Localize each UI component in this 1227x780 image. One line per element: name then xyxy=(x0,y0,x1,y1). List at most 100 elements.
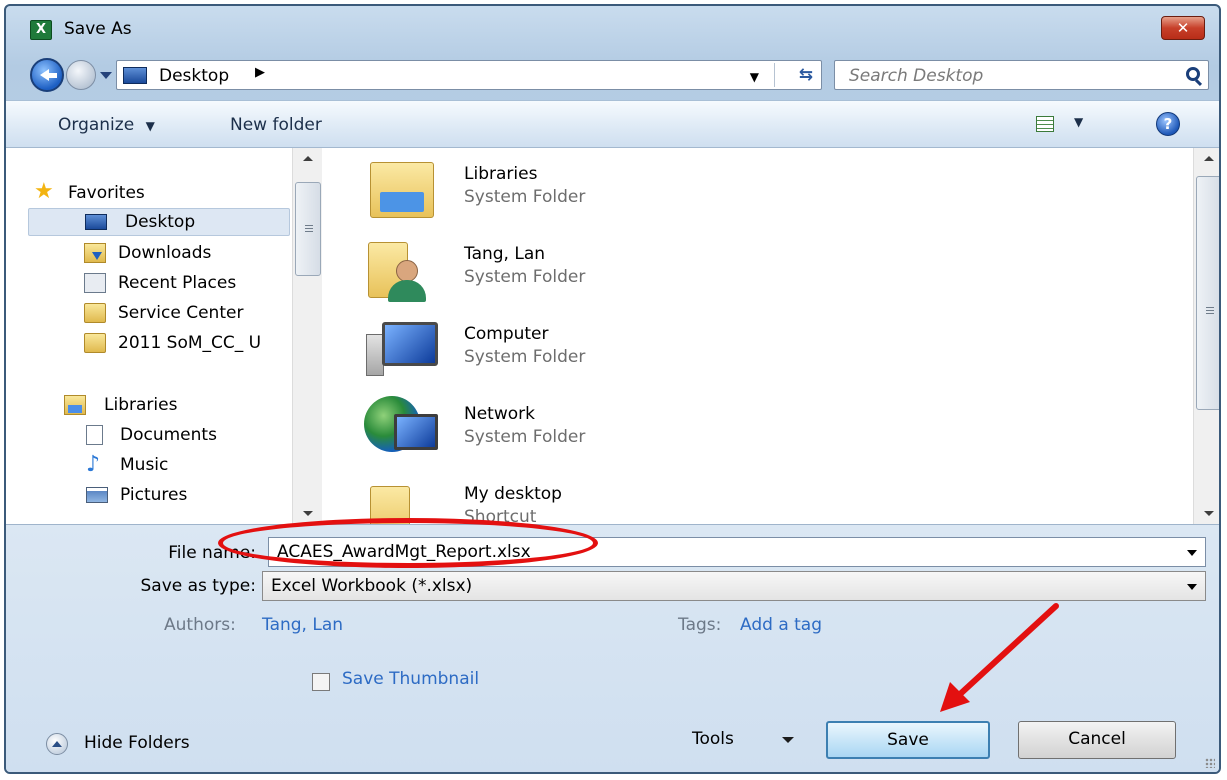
help-icon[interactable]: ? xyxy=(1156,112,1180,136)
grip-icon xyxy=(1206,307,1214,314)
organize-dropdown-icon: ▼ xyxy=(145,119,155,133)
nav-item-label: Pictures xyxy=(120,485,188,505)
address-bar[interactable]: Desktop ▶ ▼ ⇆ xyxy=(116,60,822,90)
folder-icon xyxy=(84,303,106,323)
favorites-label: Favorites xyxy=(68,183,145,203)
window-title: Save As xyxy=(64,19,132,39)
nav-item-label: Downloads xyxy=(118,243,212,263)
pictures-icon xyxy=(86,487,108,503)
file-name: Network xyxy=(464,404,535,424)
grip-icon xyxy=(305,225,313,232)
scroll-down-icon[interactable] xyxy=(303,511,313,516)
change-view-icon[interactable] xyxy=(1036,116,1054,132)
file-name-input[interactable] xyxy=(277,541,1157,563)
scroll-up-icon[interactable] xyxy=(303,156,313,161)
search-placeholder[interactable]: Search Desktop xyxy=(849,66,983,86)
star-icon: ★ xyxy=(34,179,54,204)
save-type-dropdown-icon[interactable] xyxy=(1187,584,1197,590)
file-type: System Folder xyxy=(464,347,586,367)
file-name: Libraries xyxy=(464,164,538,184)
view-dropdown-icon[interactable]: ▼ xyxy=(1074,115,1083,129)
nav-item-label: 2011 SoM_CC_ U xyxy=(118,333,262,353)
tools-dropdown-icon[interactable] xyxy=(782,737,794,743)
folder-icon xyxy=(84,333,106,353)
new-folder-button[interactable]: New folder xyxy=(230,115,322,135)
search-box[interactable]: Search Desktop xyxy=(834,60,1209,90)
navigation-pane[interactable]: ★ Favorites Desktop Downloads Recent Pla… xyxy=(6,148,324,524)
browse-area: ★ Favorites Desktop Downloads Recent Pla… xyxy=(6,148,1219,524)
file-name: My desktop xyxy=(464,484,562,504)
network-icon xyxy=(364,392,440,464)
list-item[interactable]: Network System Folder xyxy=(360,392,760,468)
nav-item-downloads[interactable]: Downloads xyxy=(84,240,294,268)
address-location[interactable]: Desktop xyxy=(159,66,229,86)
excel-icon: X xyxy=(30,20,52,40)
nav-item-service-center[interactable]: Service Center xyxy=(84,300,294,328)
libraries-header[interactable]: Libraries xyxy=(64,392,284,420)
search-icon[interactable] xyxy=(1186,67,1200,81)
scroll-thumb[interactable] xyxy=(295,182,321,276)
nav-item-music[interactable]: ♪ Music xyxy=(86,452,292,480)
documents-icon xyxy=(86,425,103,445)
file-name-field[interactable] xyxy=(268,537,1206,567)
folder-icon xyxy=(364,472,440,524)
hide-folders-button[interactable]: Hide Folders xyxy=(84,733,190,753)
save-button[interactable]: Save xyxy=(826,721,990,759)
scroll-up-icon[interactable] xyxy=(1204,156,1214,161)
desktop-icon xyxy=(85,214,107,230)
command-toolbar: Organize ▼ New folder ▼ ? xyxy=(6,100,1219,148)
file-type: Shortcut xyxy=(464,507,537,524)
scroll-thumb[interactable] xyxy=(1196,176,1219,410)
nav-item-2011-somcc[interactable]: 2011 SoM_CC_ U xyxy=(84,330,294,358)
nav-item-recent-places[interactable]: Recent Places xyxy=(84,270,294,298)
nav-item-desktop[interactable]: Desktop xyxy=(28,208,290,236)
save-thumbnail-checkbox[interactable] xyxy=(312,673,330,691)
breadcrumb-arrow-icon[interactable]: ▶ xyxy=(255,65,265,80)
organize-button[interactable]: Organize ▼ xyxy=(58,115,155,135)
forward-button[interactable] xyxy=(66,60,96,90)
save-type-select[interactable]: Excel Workbook (*.xlsx) xyxy=(262,571,1206,601)
refresh-icon[interactable]: ⇆ xyxy=(799,65,813,85)
nav-item-label: Recent Places xyxy=(118,273,237,293)
authors-value[interactable]: Tang, Lan xyxy=(262,615,343,635)
libraries-icon xyxy=(64,395,86,415)
nav-item-label: Documents xyxy=(120,425,217,445)
user-folder-icon xyxy=(364,232,440,304)
favorites-header[interactable]: ★ Favorites xyxy=(34,180,274,208)
file-type: System Folder xyxy=(464,267,586,287)
file-type: System Folder xyxy=(464,427,586,447)
list-item[interactable]: Tang, Lan System Folder xyxy=(360,232,760,308)
nav-item-pictures[interactable]: Pictures xyxy=(86,482,292,510)
tools-button[interactable]: Tools xyxy=(692,729,734,749)
hide-folders-icon[interactable] xyxy=(46,733,68,755)
resize-grip-icon[interactable] xyxy=(1205,758,1215,768)
history-dropdown-icon[interactable] xyxy=(100,72,112,79)
save-type-label: Save as type: xyxy=(140,576,256,596)
tags-value[interactable]: Add a tag xyxy=(740,615,822,635)
file-list-pane[interactable]: Libraries System Folder Tang, Lan System… xyxy=(324,148,1219,524)
list-item[interactable]: Libraries System Folder xyxy=(360,152,760,228)
file-type: System Folder xyxy=(464,187,586,207)
save-as-dialog: X Save As ✕ Desktop ▶ ▼ ⇆ Search Desktop… xyxy=(4,4,1221,774)
nav-item-documents[interactable]: Documents xyxy=(86,422,292,450)
navigation-row: Desktop ▶ ▼ ⇆ Search Desktop xyxy=(6,50,1219,96)
cancel-button[interactable]: Cancel xyxy=(1018,721,1176,759)
save-thumbnail-label[interactable]: Save Thumbnail xyxy=(342,669,479,689)
nav-pane-scrollbar[interactable] xyxy=(292,148,322,524)
music-icon: ♪ xyxy=(86,452,101,477)
file-name-dropdown-icon[interactable] xyxy=(1187,550,1197,556)
organize-label: Organize xyxy=(58,115,135,135)
address-dropdown-icon[interactable]: ▼ xyxy=(750,70,759,84)
file-name: Tang, Lan xyxy=(464,244,546,264)
save-details-panel: File name: Save as type: Excel Workbook … xyxy=(6,524,1219,772)
file-pane-scrollbar[interactable] xyxy=(1193,148,1219,524)
file-name-label: File name: xyxy=(168,543,256,563)
save-type-value: Excel Workbook (*.xlsx) xyxy=(271,576,473,596)
list-item[interactable]: Computer System Folder xyxy=(360,312,760,388)
scroll-down-icon[interactable] xyxy=(1204,511,1214,516)
close-button[interactable]: ✕ xyxy=(1161,16,1205,40)
authors-label: Authors: xyxy=(164,615,236,635)
tags-label: Tags: xyxy=(678,615,722,635)
back-button[interactable] xyxy=(30,58,64,92)
list-item[interactable]: My desktop Shortcut xyxy=(360,472,760,524)
